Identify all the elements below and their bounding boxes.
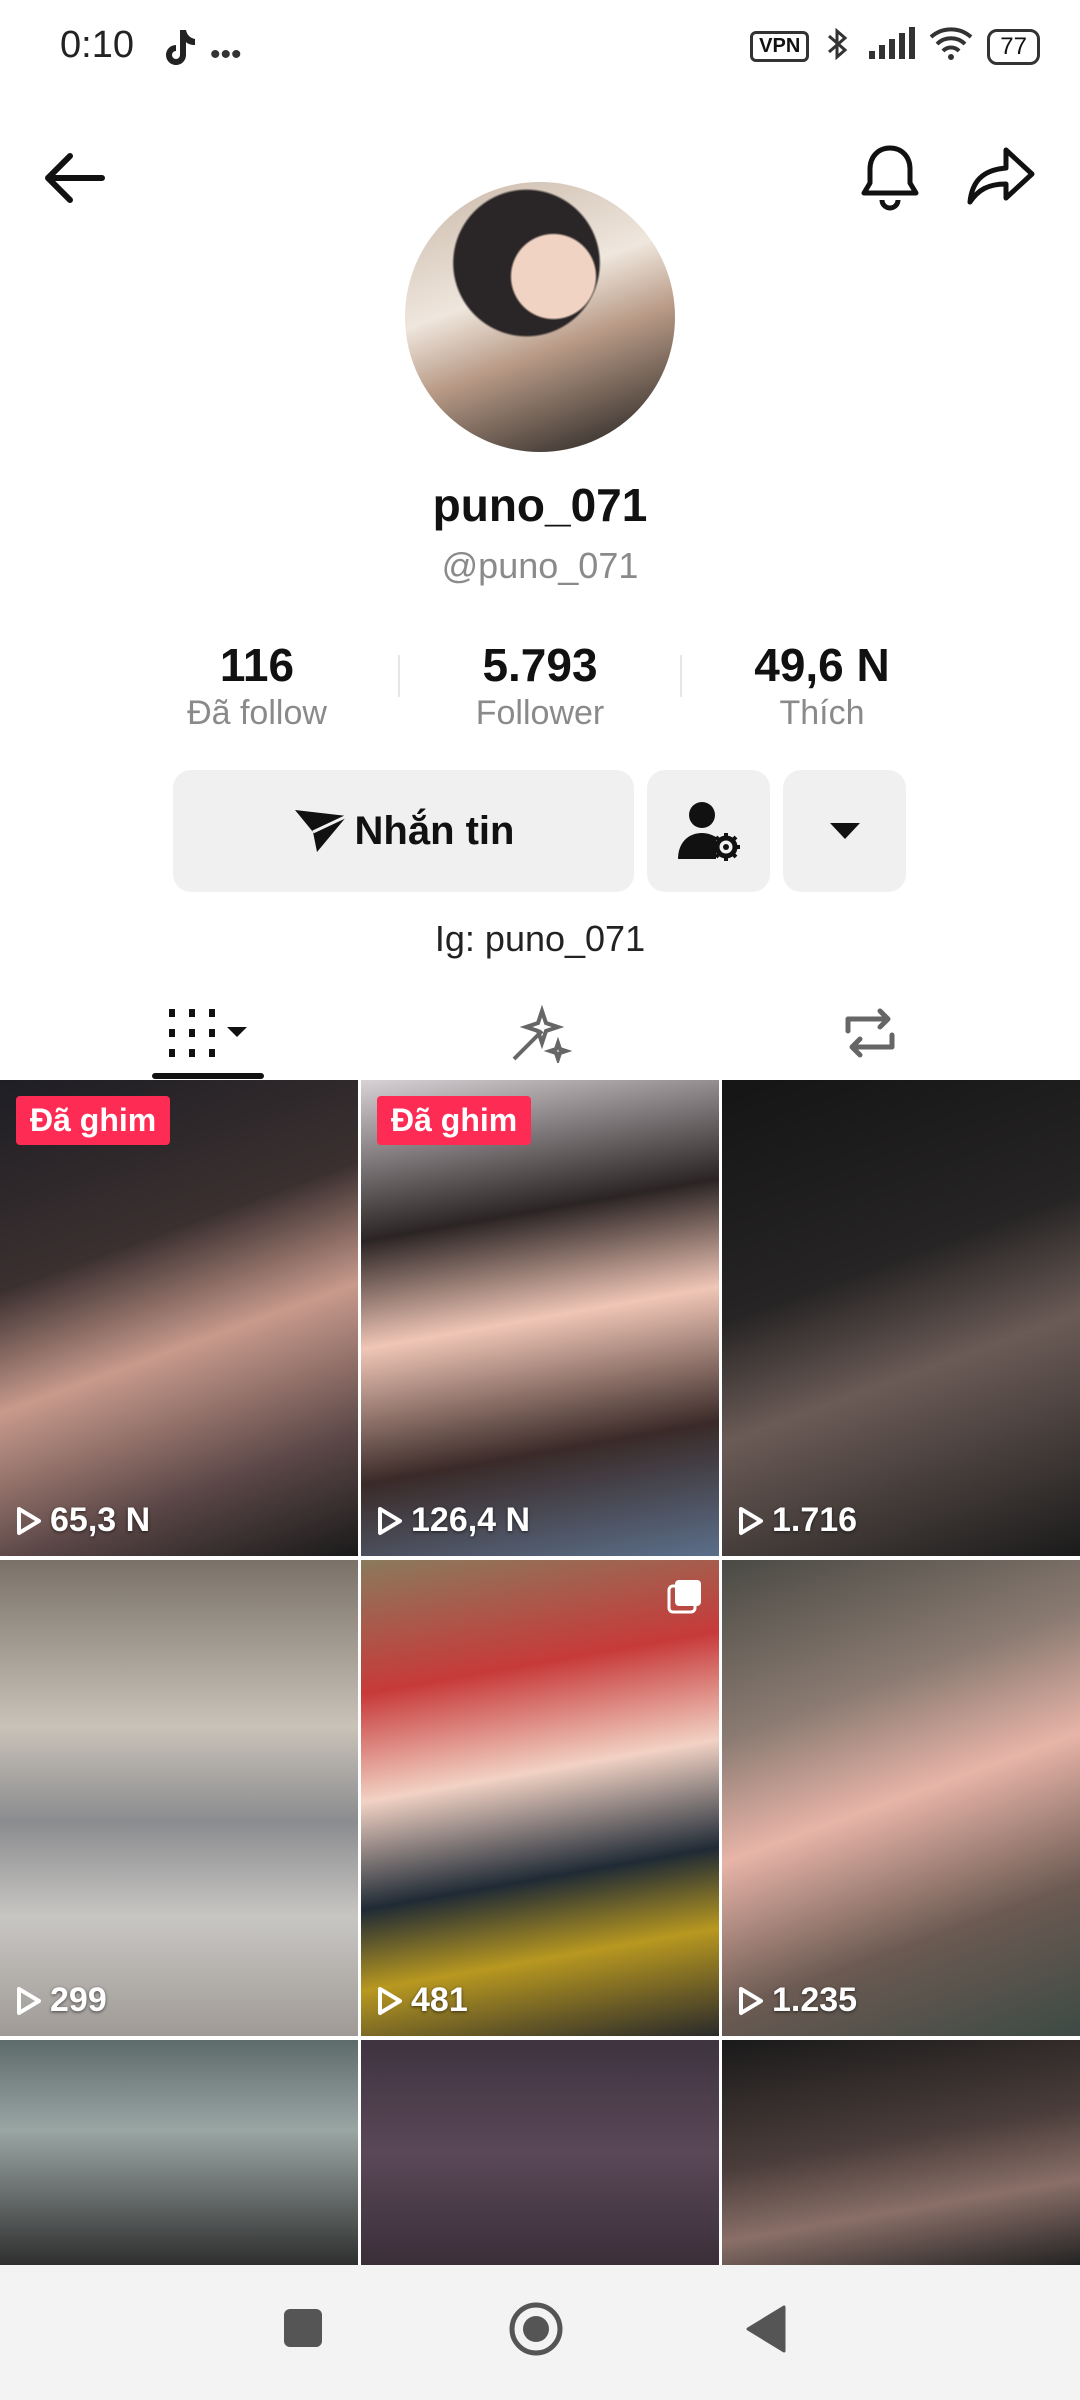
stat-followers-value: 5.793 [482,639,598,691]
play-icon [739,1506,763,1535]
pinned-badge: Đã ghim [16,1096,171,1145]
user-settings-icon [677,802,740,861]
video-thumbnail[interactable]: 299 [0,1560,358,2036]
bluetooth-icon [823,26,853,67]
status-bar: 0:10 ••• VPN 77 [0,0,1080,100]
home-button[interactable] [508,2301,564,2362]
video-view-count: 1.716 [772,1501,858,1539]
wifi-icon [929,27,973,66]
grid-icon [169,1008,247,1057]
video-views: 1.716 [738,1501,857,1540]
stat-following[interactable]: 116 Đã follow [127,638,387,733]
video-thumbnail[interactable]: 1.235 [722,1560,1080,2036]
message-button[interactable]: Nhắn tin [173,770,634,892]
video-view-count: 1.235 [772,1981,858,2019]
system-navigation-bar [0,2265,1080,2400]
video-thumbnail[interactable]: 481 [361,1560,719,2036]
tab-favorites[interactable] [490,985,590,1080]
profile-display-name: puno_071 [432,479,648,531]
video-thumbnail[interactable]: Đã ghim 65,3 N [0,1080,358,1556]
video-thumbnail[interactable] [722,2040,1080,2266]
tab-reposts[interactable] [820,985,920,1080]
play-icon [17,1986,41,2015]
video-views: 65,3 N [16,1501,150,1540]
active-tab-indicator [152,1073,264,1079]
video-views: 126,4 N [377,1501,530,1540]
play-icon [378,1506,402,1535]
stat-followers[interactable]: 5.793 Follower [410,638,670,733]
stat-followers-label: Follower [475,694,605,732]
video-view-count: 299 [50,1981,107,2019]
profile-avatar[interactable] [405,182,675,452]
caret-down-icon [829,823,860,839]
signal-icon [867,27,916,66]
video-views: 481 [377,1981,468,2020]
video-view-count: 126,4 N [411,1501,531,1539]
video-views: 1.235 [738,1981,857,2020]
send-icon [294,810,348,852]
stat-likes[interactable]: 49,6 N Thích [692,638,952,733]
back-button[interactable] [40,148,110,208]
stat-following-label: Đã follow [187,694,327,732]
stat-likes-value: 49,6 N [754,639,890,691]
pinned-badge: Đã ghim [377,1096,532,1145]
status-indicators: VPN 77 [750,26,1040,67]
triangle-back-icon [746,2305,786,2353]
more-dropdown-button[interactable] [783,770,906,892]
tab-videos[interactable] [150,985,266,1080]
message-button-label: Nhắn tin [354,808,515,853]
play-icon [378,1986,402,2015]
photo-carousel-icon [667,1578,703,1619]
square-icon [284,2309,322,2347]
repost-icon [845,1008,895,1057]
bell-icon [861,145,919,211]
sparkle-icon [512,1004,572,1063]
friend-settings-button[interactable] [647,770,770,892]
video-view-count: 481 [411,1981,468,2019]
play-icon [17,1506,41,1535]
home-circle-icon [509,2302,563,2356]
back-arrow-icon [45,153,105,203]
stat-divider [680,655,682,697]
notification-bell-button[interactable] [858,142,922,212]
share-button[interactable] [966,144,1036,208]
video-views: 299 [16,1981,107,2020]
stat-likes-label: Thích [779,694,865,732]
profile-bio: Ig: puno_071 [434,918,646,959]
profile-tabs [0,985,1080,1080]
video-thumbnail[interactable]: 1.716 [722,1080,1080,1556]
recent-apps-button[interactable] [282,2307,324,2354]
profile-handle: @puno_071 [441,545,639,586]
battery-indicator: 77 [987,28,1040,65]
status-time: 0:10 [60,24,134,66]
vpn-icon: VPN [750,31,810,62]
stat-following-value: 116 [219,639,295,691]
stat-divider [398,655,400,697]
video-thumbnail[interactable]: Đã ghim 126,4 N [361,1080,719,1556]
share-icon [967,147,1035,205]
tiktok-notification-icon [160,28,196,73]
video-thumbnail[interactable] [361,2040,719,2266]
play-icon [739,1986,763,2015]
video-view-count: 65,3 N [50,1501,151,1539]
more-notifications-icon: ••• [210,38,242,71]
video-thumbnail[interactable] [0,2040,358,2266]
back-nav-button[interactable] [744,2305,788,2358]
